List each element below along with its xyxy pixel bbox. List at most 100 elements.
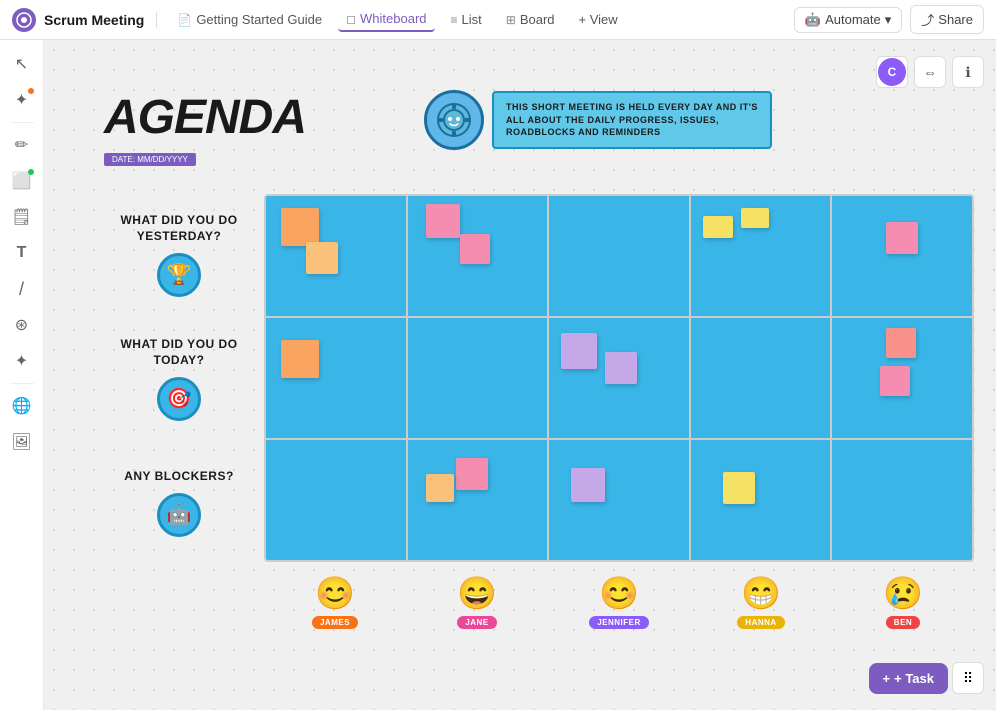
cell-1-2 [549, 318, 689, 438]
sticky-note[interactable] [741, 208, 769, 228]
cell-2-3 [691, 440, 831, 560]
sticky-note[interactable] [605, 352, 637, 384]
magic-icon[interactable]: ✦ [6, 345, 38, 377]
fit-screen-icon[interactable]: ⇔ [914, 56, 946, 88]
sticky-note[interactable] [426, 474, 454, 502]
sidebar-divider-2 [10, 383, 34, 384]
grid-dots-icon: ⠿ [963, 670, 973, 687]
cell-2-0 [266, 440, 406, 560]
date-tag: DATE: MM/DD/YYYY [104, 153, 196, 166]
sticky-note[interactable] [886, 328, 916, 358]
globe-icon[interactable]: 🌐 [6, 390, 38, 422]
tab-view-add[interactable]: + View [571, 8, 626, 31]
board-icon: ⊞ [506, 13, 516, 27]
jennifer-emoji: 😊 [599, 574, 639, 612]
sticky-note[interactable] [456, 458, 488, 490]
left-sidebar: ↖ ✦ ✏ ⬜ 🗒 T / ⊛ ✦ 🌐 🖼 [0, 40, 44, 710]
app-header: Scrum Meeting 📄 Getting Started Guide ◻ … [0, 0, 996, 40]
sticky-note[interactable] [703, 216, 733, 238]
sticky-note[interactable] [723, 472, 755, 504]
cell-2-4 [832, 440, 972, 560]
sticky-note[interactable] [561, 333, 597, 369]
sticky-note[interactable] [886, 222, 918, 254]
sticky-note[interactable] [306, 242, 338, 274]
cursor-icon[interactable]: ↖ [6, 48, 38, 80]
cell-0-1 [408, 196, 548, 316]
cell-1-0 [266, 318, 406, 438]
person-ben: 😢 BEN [832, 574, 974, 629]
cell-1-3 [691, 318, 831, 438]
sticky-note[interactable] [571, 468, 605, 502]
james-label: JAMES [312, 616, 358, 629]
avatar-button[interactable]: C [876, 56, 908, 88]
jane-label: JANE [457, 616, 496, 629]
robot-icon: 🤖 [157, 493, 201, 537]
cell-1-1 [408, 318, 548, 438]
add-task-button[interactable]: + + Task [869, 663, 948, 694]
person-jennifer: 😊 JENNIFER [548, 574, 690, 629]
pen-icon[interactable]: ✏ [6, 129, 38, 161]
header-right: 🤖 Automate ▾ ⤴ Share [794, 5, 984, 34]
share-icon: ⤴ [921, 10, 934, 29]
cell-0-3 [691, 196, 831, 316]
cell-1-4 [832, 318, 972, 438]
person-jane: 😄 JANE [406, 574, 548, 629]
share-button[interactable]: ⤴ Share [910, 5, 984, 34]
jane-emoji: 😄 [457, 574, 497, 612]
user-avatar: C [878, 58, 906, 86]
sidebar-divider-1 [10, 122, 34, 123]
hanna-emoji: 😁 [741, 574, 781, 612]
ben-label: BEN [886, 616, 920, 629]
agenda-description-text: THIS SHORT MEETING IS HELD EVERY DAY AND… [492, 91, 772, 149]
connect-icon[interactable]: ⊛ [6, 309, 38, 341]
hanna-label: HANNA [737, 616, 784, 629]
board-area: WHAT DID YOU DO YESTERDAY? 🏆 WHAT DID YO… [264, 194, 974, 629]
ben-emoji: 😢 [883, 574, 923, 612]
grid-view-button[interactable]: ⠿ [952, 662, 984, 694]
shape-icon[interactable]: ⬜ [6, 165, 38, 197]
whiteboard-content: AGENDA DATE: MM/DD/YYYY [104, 90, 974, 629]
paint-icon[interactable]: ✦ [6, 84, 38, 116]
cell-0-0 [266, 196, 406, 316]
sticky-note[interactable] [426, 204, 460, 238]
app-title: Scrum Meeting [44, 12, 144, 28]
row-label-yesterday: WHAT DID YOU DO YESTERDAY? 🏆 [109, 194, 249, 316]
sticky-note[interactable] [281, 208, 319, 246]
whiteboard-canvas[interactable]: C ⇔ ℹ AGENDA DATE: MM/DD/YYYY [44, 40, 996, 710]
cell-0-2 [549, 196, 689, 316]
person-james: 😊 JAMES [264, 574, 406, 629]
james-emoji: 😊 [315, 574, 355, 612]
automate-button[interactable]: 🤖 Automate ▾ [794, 7, 902, 33]
agenda-description: THIS SHORT MEETING IS HELD EVERY DAY AND… [424, 90, 772, 150]
info-icon[interactable]: ℹ [952, 56, 984, 88]
persons-row: 😊 JAMES 😄 JANE 😊 JENNIFER 😁 HANNA [264, 574, 974, 629]
sticky-note[interactable] [880, 366, 910, 396]
sticky-note[interactable] [281, 340, 319, 378]
target-icon: 🎯 [157, 377, 201, 421]
canvas-tools: C ⇔ ℹ [876, 56, 984, 88]
list-icon: ≡ [451, 13, 458, 27]
line-icon[interactable]: / [6, 273, 38, 305]
image-icon[interactable]: 🖼 [6, 426, 38, 458]
text-icon[interactable]: T [6, 237, 38, 269]
app-logo [12, 8, 36, 32]
plus-icon: + [883, 671, 891, 686]
tab-list[interactable]: ≡ List [443, 8, 490, 31]
blockers-label-text: ANY BLOCKERS? [124, 469, 234, 485]
yesterday-label-text: WHAT DID YOU DO YESTERDAY? [109, 213, 249, 244]
header-left: Scrum Meeting 📄 Getting Started Guide ◻ … [12, 7, 786, 32]
app-body: ↖ ✦ ✏ ⬜ 🗒 T / ⊛ ✦ 🌐 🖼 C ⇔ ℹ [0, 40, 996, 710]
cell-2-2 [549, 440, 689, 560]
sticky-note[interactable] [460, 234, 490, 264]
sticky-note-icon[interactable]: 🗒 [6, 201, 38, 233]
row-labels: WHAT DID YOU DO YESTERDAY? 🏆 WHAT DID YO… [109, 194, 249, 564]
tab-getting-started[interactable]: 📄 Getting Started Guide [169, 8, 330, 31]
row-label-today: WHAT DID YOU DO TODAY? 🎯 [109, 318, 249, 440]
cell-2-1 [408, 440, 548, 560]
jennifer-label: JENNIFER [589, 616, 649, 629]
scrum-board-grid [264, 194, 974, 562]
tab-whiteboard[interactable]: ◻ Whiteboard [338, 7, 434, 32]
tab-board[interactable]: ⊞ Board [498, 8, 563, 31]
whiteboard-icon: ◻ [346, 12, 356, 26]
trophy-icon: 🏆 [157, 253, 201, 297]
